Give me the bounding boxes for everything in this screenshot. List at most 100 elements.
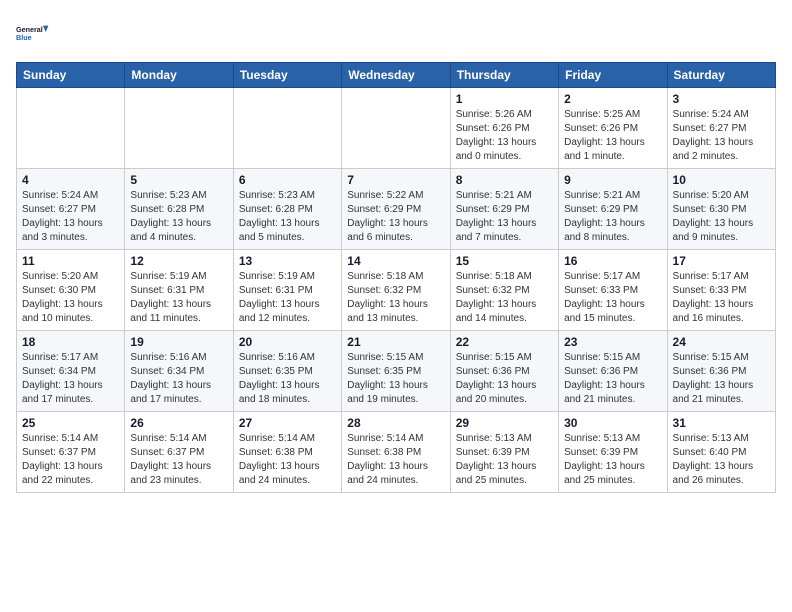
calendar-cell: 24Sunrise: 5:15 AM Sunset: 6:36 PM Dayli… xyxy=(667,331,775,412)
calendar-cell: 1 Sunrise: 5:26 AM Sunset: 6:26 PM Daylig… xyxy=(450,88,558,169)
calendar-cell: 29Sunrise: 5:13 AM Sunset: 6:39 PM Dayli… xyxy=(450,412,558,493)
day-number: 19 xyxy=(130,335,227,349)
day-number: 9 xyxy=(564,173,661,187)
calendar-cell: 20Sunrise: 5:16 AM Sunset: 6:35 PM Dayli… xyxy=(233,331,341,412)
calendar-cell: 8 Sunrise: 5:21 AM Sunset: 6:29 PM Daylig… xyxy=(450,169,558,250)
day-info: Sunrise: 5:15 AM Sunset: 6:36 PM Dayligh… xyxy=(564,351,661,407)
day-info: Sunrise: 5:13 AM Sunset: 6:39 PM Dayligh… xyxy=(564,432,661,488)
page-header: GeneralBlue xyxy=(16,16,776,52)
calendar-cell: 15 Sunrise: 5:18 AM Sunset: 6:32 PM Dayli… xyxy=(450,250,558,331)
day-number: 13 xyxy=(239,254,336,268)
calendar-cell: 31Sunrise: 5:13 AM Sunset: 6:40 PM Dayli… xyxy=(667,412,775,493)
calendar-cell: 21 Sunrise: 5:15 AM Sunset: 6:35 PM Dayli… xyxy=(342,331,450,412)
calendar-cell: 5 Sunrise: 5:23 AM Sunset: 6:28 PM Daylig… xyxy=(125,169,233,250)
day-number: 18 xyxy=(22,335,119,349)
day-number: 25 xyxy=(22,416,119,430)
day-info: Sunrise: 5:13 AM Sunset: 6:40 PM Dayligh… xyxy=(673,432,770,488)
calendar-cell: 4 Sunrise: 5:24 AM Sunset: 6:27 PM Daylig… xyxy=(17,169,125,250)
day-number: 4 xyxy=(22,173,119,187)
calendar-cell: 26 Sunrise: 5:14 AM Sunset: 6:37 PM Dayli… xyxy=(125,412,233,493)
calendar-cell: 12 Sunrise: 5:19 AM Sunset: 6:31 PM Dayli… xyxy=(125,250,233,331)
calendar-cell xyxy=(233,88,341,169)
logo-icon: GeneralBlue xyxy=(16,16,52,52)
day-info: Sunrise: 5:23 AM Sunset: 6:28 PM Dayligh… xyxy=(239,189,336,245)
calendar-cell: 23 Sunrise: 5:15 AM Sunset: 6:36 PM Dayli… xyxy=(559,331,667,412)
day-info: Sunrise: 5:19 AM Sunset: 6:31 PM Dayligh… xyxy=(130,270,227,326)
calendar-cell: 22Sunrise: 5:15 AM Sunset: 6:36 PM Dayli… xyxy=(450,331,558,412)
calendar-week-row: 18 Sunrise: 5:17 AM Sunset: 6:34 PM Dayli… xyxy=(17,331,776,412)
day-number: 1 xyxy=(456,92,553,106)
day-number: 30 xyxy=(564,416,661,430)
calendar-cell: 17Sunrise: 5:17 AM Sunset: 6:33 PM Dayli… xyxy=(667,250,775,331)
day-number: 3 xyxy=(673,92,770,106)
col-header-tuesday: Tuesday xyxy=(233,63,341,88)
col-header-friday: Friday xyxy=(559,63,667,88)
calendar-cell: 30 Sunrise: 5:13 AM Sunset: 6:39 PM Dayli… xyxy=(559,412,667,493)
calendar-cell: 25 Sunrise: 5:14 AM Sunset: 6:37 PM Dayli… xyxy=(17,412,125,493)
day-number: 15 xyxy=(456,254,553,268)
calendar-cell xyxy=(342,88,450,169)
day-info: Sunrise: 5:14 AM Sunset: 6:37 PM Dayligh… xyxy=(130,432,227,488)
day-number: 21 xyxy=(347,335,444,349)
day-info: Sunrise: 5:15 AM Sunset: 6:36 PM Dayligh… xyxy=(456,351,553,407)
day-number: 7 xyxy=(347,173,444,187)
svg-text:Blue: Blue xyxy=(16,33,32,42)
calendar-cell: 10 Sunrise: 5:20 AM Sunset: 6:30 PM Dayli… xyxy=(667,169,775,250)
day-number: 14 xyxy=(347,254,444,268)
day-info: Sunrise: 5:20 AM Sunset: 6:30 PM Dayligh… xyxy=(673,189,770,245)
calendar-cell: 6 Sunrise: 5:23 AM Sunset: 6:28 PM Daylig… xyxy=(233,169,341,250)
day-info: Sunrise: 5:20 AM Sunset: 6:30 PM Dayligh… xyxy=(22,270,119,326)
calendar-table: SundayMondayTuesdayWednesdayThursdayFrid… xyxy=(16,62,776,493)
day-number: 5 xyxy=(130,173,227,187)
day-number: 2 xyxy=(564,92,661,106)
day-number: 11 xyxy=(22,254,119,268)
calendar-cell: 27 Sunrise: 5:14 AM Sunset: 6:38 PM Dayli… xyxy=(233,412,341,493)
day-number: 10 xyxy=(673,173,770,187)
day-info: Sunrise: 5:18 AM Sunset: 6:32 PM Dayligh… xyxy=(456,270,553,326)
calendar-cell: 13Sunrise: 5:19 AM Sunset: 6:31 PM Dayli… xyxy=(233,250,341,331)
day-number: 8 xyxy=(456,173,553,187)
day-info: Sunrise: 5:22 AM Sunset: 6:29 PM Dayligh… xyxy=(347,189,444,245)
day-number: 27 xyxy=(239,416,336,430)
svg-text:General: General xyxy=(16,25,43,34)
calendar-cell: 14 Sunrise: 5:18 AM Sunset: 6:32 PM Dayli… xyxy=(342,250,450,331)
day-info: Sunrise: 5:21 AM Sunset: 6:29 PM Dayligh… xyxy=(564,189,661,245)
col-header-saturday: Saturday xyxy=(667,63,775,88)
day-info: Sunrise: 5:18 AM Sunset: 6:32 PM Dayligh… xyxy=(347,270,444,326)
day-info: Sunrise: 5:23 AM Sunset: 6:28 PM Dayligh… xyxy=(130,189,227,245)
day-info: Sunrise: 5:14 AM Sunset: 6:37 PM Dayligh… xyxy=(22,432,119,488)
day-number: 28 xyxy=(347,416,444,430)
calendar-week-row: 4 Sunrise: 5:24 AM Sunset: 6:27 PM Daylig… xyxy=(17,169,776,250)
calendar-header-row: SundayMondayTuesdayWednesdayThursdayFrid… xyxy=(17,63,776,88)
day-info: Sunrise: 5:14 AM Sunset: 6:38 PM Dayligh… xyxy=(347,432,444,488)
day-info: Sunrise: 5:16 AM Sunset: 6:34 PM Dayligh… xyxy=(130,351,227,407)
calendar-cell: 3 Sunrise: 5:24 AM Sunset: 6:27 PM Daylig… xyxy=(667,88,775,169)
calendar-cell xyxy=(125,88,233,169)
day-number: 24 xyxy=(673,335,770,349)
calendar-cell: 19 Sunrise: 5:16 AM Sunset: 6:34 PM Dayli… xyxy=(125,331,233,412)
logo: GeneralBlue xyxy=(16,16,52,52)
day-info: Sunrise: 5:15 AM Sunset: 6:35 PM Dayligh… xyxy=(347,351,444,407)
day-info: Sunrise: 5:25 AM Sunset: 6:26 PM Dayligh… xyxy=(564,108,661,164)
day-info: Sunrise: 5:26 AM Sunset: 6:26 PM Dayligh… xyxy=(456,108,553,164)
day-info: Sunrise: 5:16 AM Sunset: 6:35 PM Dayligh… xyxy=(239,351,336,407)
calendar-cell: 18 Sunrise: 5:17 AM Sunset: 6:34 PM Dayli… xyxy=(17,331,125,412)
day-number: 6 xyxy=(239,173,336,187)
day-number: 16 xyxy=(564,254,661,268)
col-header-sunday: Sunday xyxy=(17,63,125,88)
day-info: Sunrise: 5:14 AM Sunset: 6:38 PM Dayligh… xyxy=(239,432,336,488)
col-header-wednesday: Wednesday xyxy=(342,63,450,88)
calendar-week-row: 11 Sunrise: 5:20 AM Sunset: 6:30 PM Dayli… xyxy=(17,250,776,331)
day-info: Sunrise: 5:17 AM Sunset: 6:34 PM Dayligh… xyxy=(22,351,119,407)
calendar-cell: 11 Sunrise: 5:20 AM Sunset: 6:30 PM Dayli… xyxy=(17,250,125,331)
calendar-week-row: 25 Sunrise: 5:14 AM Sunset: 6:37 PM Dayli… xyxy=(17,412,776,493)
day-number: 23 xyxy=(564,335,661,349)
day-info: Sunrise: 5:24 AM Sunset: 6:27 PM Dayligh… xyxy=(673,108,770,164)
day-number: 17 xyxy=(673,254,770,268)
day-info: Sunrise: 5:24 AM Sunset: 6:27 PM Dayligh… xyxy=(22,189,119,245)
day-number: 12 xyxy=(130,254,227,268)
day-number: 29 xyxy=(456,416,553,430)
day-info: Sunrise: 5:21 AM Sunset: 6:29 PM Dayligh… xyxy=(456,189,553,245)
calendar-cell xyxy=(17,88,125,169)
day-number: 26 xyxy=(130,416,227,430)
